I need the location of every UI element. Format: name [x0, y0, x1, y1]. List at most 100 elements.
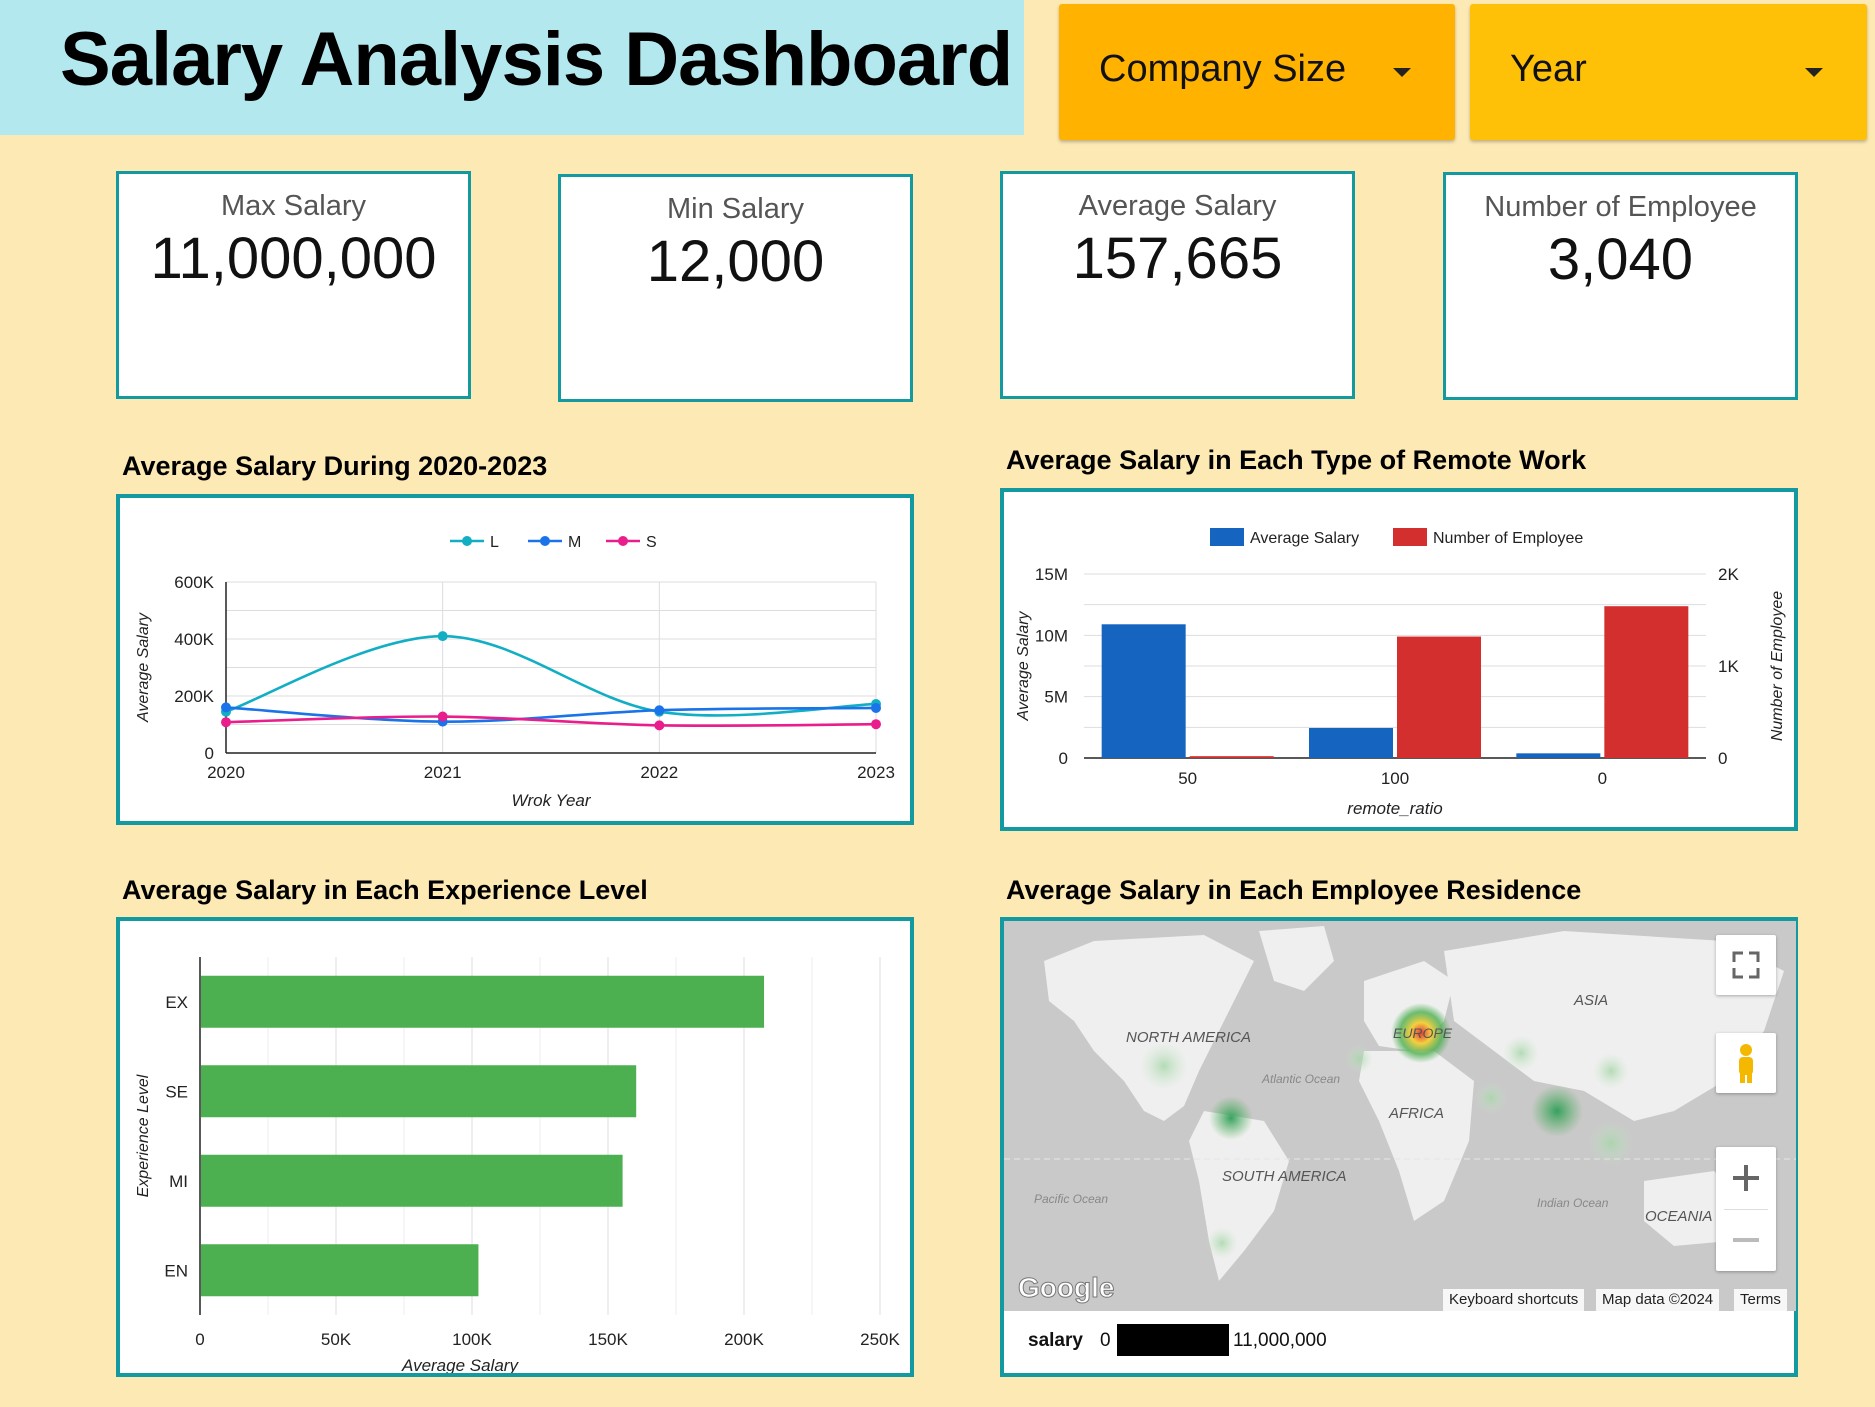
legend-label-M: M — [568, 534, 581, 551]
chevron-down-icon — [1805, 68, 1823, 77]
bar-average-salary — [1516, 753, 1601, 758]
keyboard-shortcuts-link[interactable]: Keyboard shortcuts — [1443, 1289, 1585, 1311]
kpi-value: 12,000 — [646, 229, 825, 294]
chevron-down-icon — [1393, 68, 1411, 77]
zoom-in-icon — [1733, 1165, 1759, 1191]
y-tick-label: 0 — [205, 744, 214, 763]
line-chart-panel: 0 200K 400K 600K 2020 2021 2022 2023 Wrok Year Av… — [116, 494, 914, 825]
series-line-L — [225, 634, 877, 717]
kpi-number-of-employee: Number of Employee 3,040 — [1443, 172, 1798, 400]
y-tick-label: 600K — [174, 573, 214, 592]
data-point-M — [654, 705, 665, 716]
heat-india — [1531, 1085, 1583, 1137]
legend-label-1: Number of Employee — [1433, 530, 1583, 547]
heat-central-america — [1209, 1096, 1253, 1140]
legend-field-label: salary — [1028, 1330, 1083, 1351]
map-label-oceania: OCEANIA — [1645, 1208, 1713, 1225]
y-tick-label: 5M — [1044, 688, 1068, 707]
kpi-value: 157,665 — [1072, 226, 1283, 291]
y2-axis-title: Number of Employee — [1769, 591, 1786, 741]
world-map[interactable]: NORTH AMERICA SOUTH AMERICA EUROPE AFRIC… — [1004, 921, 1796, 1311]
zoom-control — [1716, 1147, 1776, 1271]
kpi-label: Number of Employee — [1484, 191, 1757, 223]
zoom-out-icon — [1733, 1238, 1759, 1242]
map-label-north-america: NORTH AMERICA — [1126, 1029, 1251, 1046]
x-axis-title: Wrok Year — [511, 791, 591, 810]
heat-middle-east — [1503, 1035, 1539, 1071]
x-tick-label: 250K — [860, 1330, 900, 1349]
fullscreen-button[interactable] — [1716, 935, 1776, 995]
bar-mi — [201, 1154, 623, 1207]
company-size-dropdown[interactable]: Company Size — [1059, 4, 1455, 140]
line-chart: 0 200K 400K 600K 2020 2021 2022 2023 Wrok Year Av… — [135, 534, 895, 810]
year-dropdown[interactable]: Year — [1470, 4, 1867, 140]
legend-min-label: 0 — [1100, 1330, 1111, 1351]
company-size-label: Company Size — [1099, 48, 1347, 90]
bar-number-of-employee — [1604, 606, 1689, 758]
x-tick-label: 2023 — [857, 763, 895, 782]
kpi-average-salary: Average Salary 157,665 — [1000, 171, 1355, 399]
y-tick-label: 400K — [174, 630, 214, 649]
data-point-M — [221, 702, 231, 713]
bar-average-salary — [1101, 624, 1186, 758]
map-data-attribution: Map data ©2024 — [1596, 1289, 1720, 1311]
data-point-S — [437, 711, 448, 722]
kpi-min-salary: Min Salary 12,000 — [558, 174, 913, 402]
y2-tick-label: 2K — [1718, 565, 1739, 584]
x-tick-label: 0 — [195, 1330, 204, 1349]
bar-chart-title: Average Salary in Each Experience Level — [122, 875, 648, 905]
map-label-asia: ASIA — [1573, 992, 1608, 1009]
y-tick-label: EN — [164, 1261, 188, 1280]
heat-se-asia — [1589, 1121, 1633, 1165]
kpi-max-salary: Max Salary 11,000,000 — [116, 171, 471, 399]
legend-label-S: S — [646, 534, 657, 551]
combo-chart-title: Average Salary in Each Type of Remote Wo… — [1006, 445, 1587, 475]
pegman-icon — [1739, 1044, 1753, 1083]
y-tick-label: MI — [169, 1172, 188, 1191]
combo-chart-panel: 0 5M 10M 15M 0 1K 2K 50 100 0 remote_ratio Average … — [1000, 488, 1798, 831]
bar-number-of-employee — [1189, 756, 1274, 758]
zoom-in-button[interactable] — [1716, 1147, 1776, 1209]
fullscreen-icon — [1732, 951, 1760, 979]
line-chart-title: Average Salary During 2020-2023 — [122, 451, 548, 481]
legend-marker-L — [462, 536, 472, 546]
x-tick-label: 2020 — [207, 763, 245, 782]
x-tick-label: 2022 — [640, 763, 678, 782]
y-tick-label: SE — [165, 1082, 188, 1101]
y-tick-label: EX — [165, 993, 188, 1012]
y-tick-label: 200K — [174, 687, 214, 706]
x-tick-label: 150K — [588, 1330, 628, 1349]
legend-marker-M — [540, 536, 550, 546]
kpi-label: Max Salary — [220, 190, 367, 222]
data-point-S — [871, 719, 881, 730]
zoom-out-button[interactable] — [1716, 1209, 1776, 1271]
data-point-S — [221, 717, 231, 728]
heat-south-america — [1206, 1227, 1238, 1259]
legend-marker-S — [618, 536, 628, 546]
page-title: Salary Analysis Dashboard — [60, 17, 1013, 102]
x-axis-title: Average Salary — [401, 1356, 519, 1373]
bar-number-of-employee — [1397, 636, 1481, 758]
x-tick-label: 50K — [321, 1330, 352, 1349]
kpi-value: 3,040 — [1547, 227, 1694, 292]
y-tick-label: 10M — [1035, 626, 1068, 645]
street-view-button[interactable] — [1716, 1033, 1776, 1093]
heat-west-asia — [1475, 1082, 1507, 1114]
bar-chart-panel: 0 50K 100K 150K 200K 250K EX SE MI EN Average Sala… — [116, 917, 914, 1377]
terms-link[interactable]: Terms — [1734, 1289, 1787, 1311]
map-label-europe: EUROPE — [1393, 1025, 1453, 1041]
map-label-atlantic: Atlantic Ocean — [1261, 1072, 1340, 1086]
map-label-africa: AFRICA — [1388, 1105, 1444, 1122]
heat-asia — [1593, 1053, 1629, 1089]
kpi-value: 11,000,000 — [150, 226, 437, 291]
y-axis-title: Average Salary — [135, 612, 152, 723]
y2-tick-label: 1K — [1718, 657, 1739, 676]
heat-north-america — [1140, 1042, 1188, 1090]
x-tick-label: 50 — [1178, 769, 1197, 788]
combo-chart: 0 5M 10M 15M 0 1K 2K 50 100 0 remote_ratio Average … — [1015, 528, 1786, 818]
x-tick-label: 100K — [452, 1330, 492, 1349]
kpi-label: Average Salary — [1078, 190, 1277, 222]
map-canvas: NORTH AMERICA SOUTH AMERICA EUROPE AFRIC… — [1004, 921, 1796, 1311]
title-banner: Salary Analysis Dashboard — [0, 0, 1024, 135]
x-axis-title: remote_ratio — [1347, 799, 1442, 818]
